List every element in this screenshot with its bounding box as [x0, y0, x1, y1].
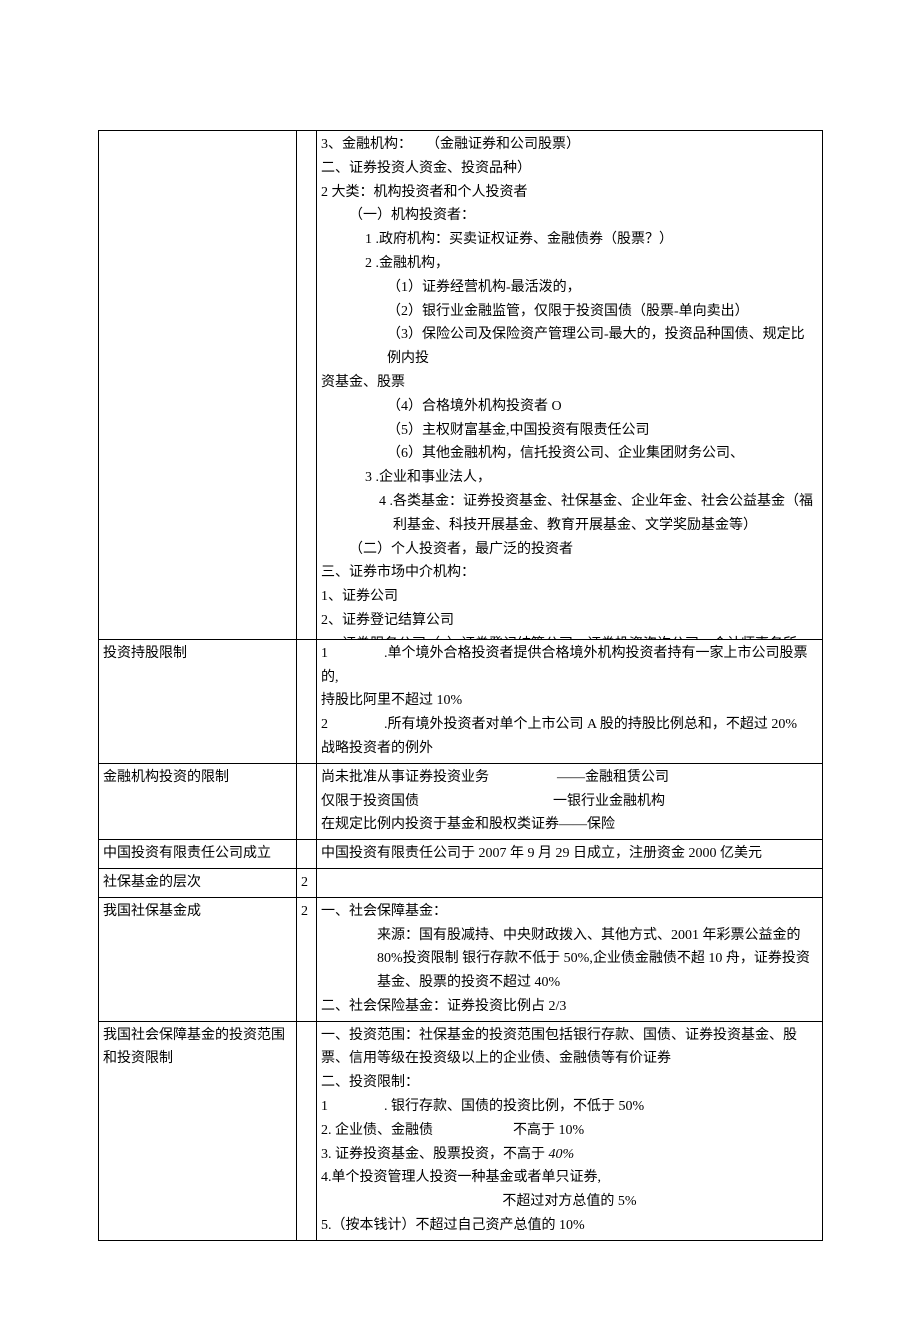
table-row: 我国社会保障基金的投资范围和投资限制一、投资范围：社保基金的投资范围包括银行存款…	[99, 1021, 823, 1240]
content-line: 3、金融机构： （金融证券和公司股票）	[321, 133, 818, 157]
content-line: 战略投资者的例外	[321, 737, 818, 761]
content-line: （3）保险公司及保险资产管理公司-最大的，投资品种国债、规定比例内投资基金、股票	[321, 323, 818, 394]
content-line: 1.单个境外合格投资者提供合格境外机构投资者持有一家上市公司股票的,	[321, 642, 818, 690]
content-line: 2.所有境外投资者对单个上市公司 A 股的持股比例总和，不超过 20%	[321, 713, 818, 737]
row-content: 一、投资范围：社保基金的投资范围包括银行存款、国债、证券投资基金、股票、信用等级…	[317, 1021, 823, 1240]
content-line: 3. 证券投资基金、股票投资，不高于 40%	[321, 1143, 818, 1167]
content-line: 尚未批准从事证券投资业务——金融租赁公司	[321, 766, 818, 790]
content-line: （6）其他金融机构，信托投资公司、企业集团财务公司、	[321, 442, 818, 466]
row-content: 3、金融机构： （金融证券和公司股票）二、证券投资人资金、投资品种）2 大类：机…	[317, 131, 823, 640]
content-line: （4）合格境外机构投资者 O	[321, 395, 818, 419]
content-table: 3、金融机构： （金融证券和公司股票）二、证券投资人资金、投资品种）2 大类：机…	[98, 130, 823, 1241]
content-line: 一、社会保障基金：	[321, 900, 818, 924]
content-line: 2、证券登记结算公司	[321, 609, 818, 633]
table-row: 中国投资有限责任公司成立中国投资有限责任公司于 2007 年 9 月 29 日成…	[99, 840, 823, 869]
content-line: 来源：国有股减持、中央财政拨入、其他方式、2001 年彩票公益金的 80%投资限…	[321, 924, 818, 995]
content-line: 仅限于投资国债一银行业金融机构	[321, 790, 818, 814]
document-page: 3、金融机构： （金融证券和公司股票）二、证券投资人资金、投资品种）2 大类：机…	[0, 0, 920, 1321]
content-line: 中国投资有限责任公司于 2007 年 9 月 29 日成立，注册资金 2000 …	[321, 842, 818, 866]
content-line: 二、证券投资人资金、投资品种）	[321, 157, 818, 181]
content-line: 2. 企业债、金融债不高于 10%	[321, 1119, 818, 1143]
row-label: 金融机构投资的限制	[99, 763, 297, 839]
row-content: 一、社会保障基金：来源：国有股减持、中央财政拨入、其他方式、2001 年彩票公益…	[317, 897, 823, 1021]
content-line: （2）银行业金融监管，仅限于投资国债（股票-单向卖出）	[321, 300, 818, 324]
row-label: 投资持股限制	[99, 639, 297, 763]
row-count	[297, 131, 317, 640]
row-label: 我国社会保障基金的投资范围和投资限制	[99, 1021, 297, 1240]
row-count: 2	[297, 868, 317, 897]
row-content: 尚未批准从事证券投资业务——金融租赁公司仅限于投资国债一银行业金融机构在规定比例…	[317, 763, 823, 839]
row-label: 中国投资有限责任公司成立	[99, 840, 297, 869]
content-line: 2 大类：机构投资者和个人投资者	[321, 181, 818, 205]
content-line: 1、证券公司	[321, 585, 818, 609]
truncated-line: 3、证券服务公司（1）证券登记结算公司、证券投资咨询公司、会计师事务所、资	[321, 633, 818, 639]
table-row: 3、金融机构： （金融证券和公司股票）二、证券投资人资金、投资品种）2 大类：机…	[99, 131, 823, 640]
content-line: 二、投资限制：	[321, 1071, 818, 1095]
content-line: 1 .政府机构：买卖证权证券、金融债券（股票？）	[321, 228, 818, 252]
row-content: 1.单个境外合格投资者提供合格境外机构投资者持有一家上市公司股票的,持股比阿里不…	[317, 639, 823, 763]
content-line: 2 .金融机构，	[321, 252, 818, 276]
content-line: （5）主权财富基金,中国投资有限责任公司	[321, 419, 818, 443]
row-label	[99, 131, 297, 640]
row-count	[297, 763, 317, 839]
row-count	[297, 840, 317, 869]
content-line: 4.单个投资管理人投资一种基金或者单只证券,	[321, 1166, 818, 1190]
table-row: 我国社保基金成2一、社会保障基金：来源：国有股减持、中央财政拨入、其他方式、20…	[99, 897, 823, 1021]
content-line: （一）机构投资者：	[321, 204, 818, 228]
row-label: 我国社保基金成	[99, 897, 297, 1021]
content-line: 4 .各类基金：证券投资基金、社保基金、企业年金、社会公益基金（福利基金、科技开…	[321, 490, 818, 538]
row-count	[297, 639, 317, 763]
row-count: 2	[297, 897, 317, 1021]
content-line: 二、社会保险基金：证券投资比例占 2/3	[321, 995, 818, 1019]
content-line: 一、投资范围：社保基金的投资范围包括银行存款、国债、证券投资基金、股票、信用等级…	[321, 1024, 818, 1072]
row-content: 中国投资有限责任公司于 2007 年 9 月 29 日成立，注册资金 2000 …	[317, 840, 823, 869]
row-content	[317, 868, 823, 897]
table-row: 社保基金的层次2	[99, 868, 823, 897]
content-line: 持股比阿里不超过 10%	[321, 689, 818, 713]
table-row: 投资持股限制1.单个境外合格投资者提供合格境外机构投资者持有一家上市公司股票的,…	[99, 639, 823, 763]
table-row: 金融机构投资的限制尚未批准从事证券投资业务——金融租赁公司仅限于投资国债一银行业…	[99, 763, 823, 839]
content-line: 5.（按本钱计）不超过自己资产总值的 10%	[321, 1214, 818, 1238]
row-label: 社保基金的层次	[99, 868, 297, 897]
content-line: 不超过对方总值的 5%	[321, 1190, 818, 1214]
content-line: （1）证券经营机构-最活泼的，	[321, 276, 818, 300]
content-line: 1. 银行存款、国债的投资比例，不低于 50%	[321, 1095, 818, 1119]
row-count	[297, 1021, 317, 1240]
content-line: （二）个人投资者，最广泛的投资者	[321, 538, 818, 562]
content-line: 三、证券市场中介机构：	[321, 561, 818, 585]
content-line: 3 .企业和事业法人，	[321, 466, 818, 490]
content-line: 在规定比例内投资于基金和股权类证券——保险	[321, 813, 818, 837]
